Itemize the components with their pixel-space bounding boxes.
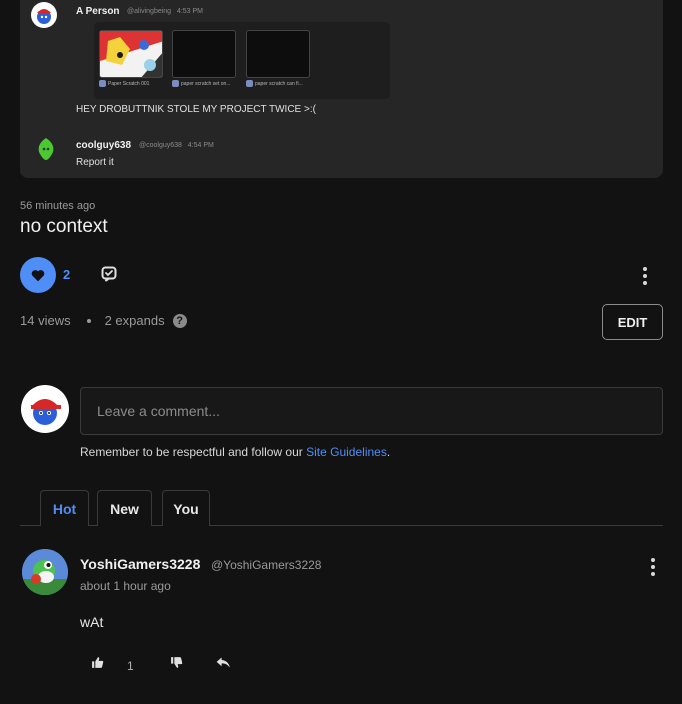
thumbnail-caption: paper scratch set on... xyxy=(181,80,231,87)
upvote-button[interactable] xyxy=(91,656,104,674)
reply-button[interactable] xyxy=(216,656,231,674)
chat-avatar-a-person xyxy=(31,2,57,28)
post-image[interactable]: A Person @alivingbeing 4:53 PM Paper Scr… xyxy=(20,0,663,178)
comment-avatar[interactable] xyxy=(22,549,68,595)
chat-author-handle: @coolguy638 xyxy=(139,142,182,149)
guidelines-suffix: . xyxy=(386,445,391,459)
chat-author-name: A Person xyxy=(76,6,120,17)
chat-avatar-coolguy xyxy=(33,136,59,162)
thumbnail: paper scratch can fi... xyxy=(246,30,312,92)
post-options-button[interactable] xyxy=(643,267,647,285)
expands-count: 2 expands xyxy=(104,313,165,328)
thumbnail-caption: Paper Scratch 001 xyxy=(108,80,150,87)
comment-time: about 1 hour ago xyxy=(80,579,171,593)
thumbnail: paper scratch set on... xyxy=(172,30,238,92)
chat-author-name: coolguy638 xyxy=(76,140,132,151)
remix-button[interactable] xyxy=(100,265,118,288)
thumbs-down-icon xyxy=(171,657,183,668)
downvote-button[interactable] xyxy=(170,656,183,674)
thumbnail: Paper Scratch 001 xyxy=(99,30,165,92)
separator-dot xyxy=(86,318,91,323)
guidelines-text: Remember to be respectful and follow our xyxy=(80,445,307,459)
site-guidelines-link[interactable]: Site Guidelines xyxy=(306,445,387,459)
chat-timestamp: 4:53 PM xyxy=(176,8,203,15)
chat-timestamp: 4:54 PM xyxy=(187,142,214,149)
help-icon[interactable]: ? xyxy=(172,313,187,328)
edit-button[interactable]: EDIT xyxy=(602,304,663,340)
like-count[interactable]: 2 xyxy=(63,267,70,282)
tab-new[interactable]: New xyxy=(97,490,152,526)
upvote-count: 1 xyxy=(127,659,134,673)
chat-image-embed: Paper Scratch 001 paper scratch set on..… xyxy=(94,22,390,99)
post-title: no context xyxy=(20,216,108,237)
like-button[interactable] xyxy=(20,257,56,293)
thumbs-up-icon xyxy=(92,657,104,668)
comment-handle: @YoshiGamers3228 xyxy=(211,558,322,572)
post-stats: 14 views 2 expands ? xyxy=(20,313,187,328)
remix-icon xyxy=(101,266,117,282)
comment-options-button[interactable] xyxy=(651,558,655,576)
views-count: 14 views xyxy=(20,313,71,328)
comment-author[interactable]: YoshiGamers3228 xyxy=(80,556,200,572)
guidelines-note: Remember to be respectful and follow our… xyxy=(80,445,390,459)
current-user-avatar[interactable] xyxy=(21,385,69,433)
reply-icon xyxy=(216,657,230,668)
heart-icon xyxy=(31,269,45,281)
chat-author-handle: @alivingbeing xyxy=(127,8,172,15)
comment-input[interactable] xyxy=(80,387,663,435)
thumbnail-caption: paper scratch can fi... xyxy=(255,80,303,87)
chat-message-text: HEY DROBUTTNIK STOLE MY PROJECT TWICE >:… xyxy=(76,104,316,115)
chat-message-text: Report it xyxy=(76,157,114,168)
comment-body: wAt xyxy=(80,614,104,630)
post-time: 56 minutes ago xyxy=(20,200,96,212)
tab-hot[interactable]: Hot xyxy=(40,490,89,526)
tab-you[interactable]: You xyxy=(162,490,210,526)
